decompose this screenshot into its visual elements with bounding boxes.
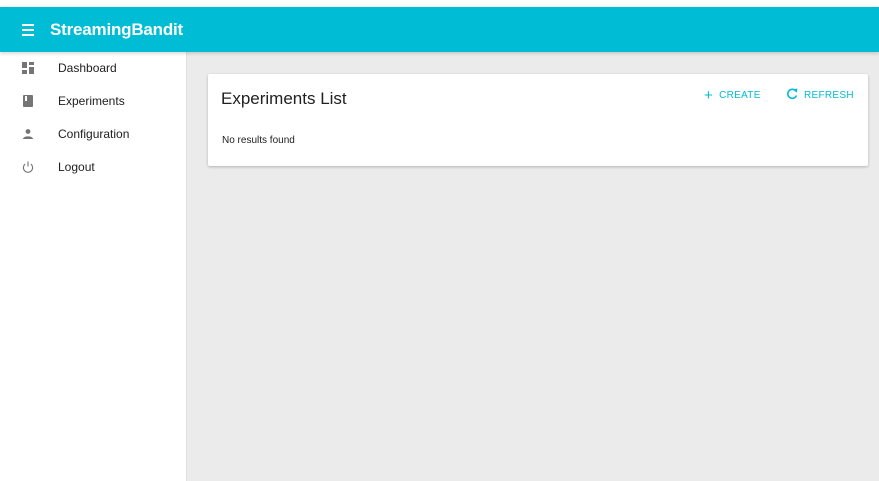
sidebar-item-label: Configuration	[58, 127, 130, 141]
experiments-card: Experiments List + CREATE REFRESH No res…	[208, 74, 868, 166]
power-icon	[21, 160, 35, 174]
person-icon	[21, 127, 35, 141]
sidebar-item-experiments[interactable]: Experiments	[0, 86, 186, 116]
empty-state-text: No results found	[222, 135, 295, 146]
book-icon	[21, 94, 35, 108]
main-content: Experiments List + CREATE REFRESH No res…	[187, 52, 879, 481]
sidebar-item-configuration[interactable]: Configuration	[0, 119, 186, 149]
plus-icon: +	[704, 86, 714, 104]
sidebar: Dashboard Experiments Configuration Logo…	[0, 52, 187, 481]
dashboard-icon	[21, 61, 35, 75]
create-button[interactable]: + CREATE	[704, 86, 761, 104]
sidebar-item-label: Logout	[58, 160, 95, 174]
create-label: CREATE	[719, 89, 761, 101]
sidebar-item-label: Dashboard	[58, 61, 117, 75]
refresh-icon	[786, 88, 798, 103]
menu-icon[interactable]	[22, 20, 42, 40]
app-bar: StreamingBandit	[0, 7, 879, 52]
sidebar-item-dashboard[interactable]: Dashboard	[0, 53, 186, 83]
sidebar-item-logout[interactable]: Logout	[0, 152, 186, 182]
sidebar-item-label: Experiments	[58, 94, 125, 108]
page-title: Experiments List	[221, 89, 347, 108]
refresh-button[interactable]: REFRESH	[786, 86, 854, 104]
app-title: StreamingBandit	[50, 19, 184, 39]
refresh-label: REFRESH	[804, 89, 854, 101]
